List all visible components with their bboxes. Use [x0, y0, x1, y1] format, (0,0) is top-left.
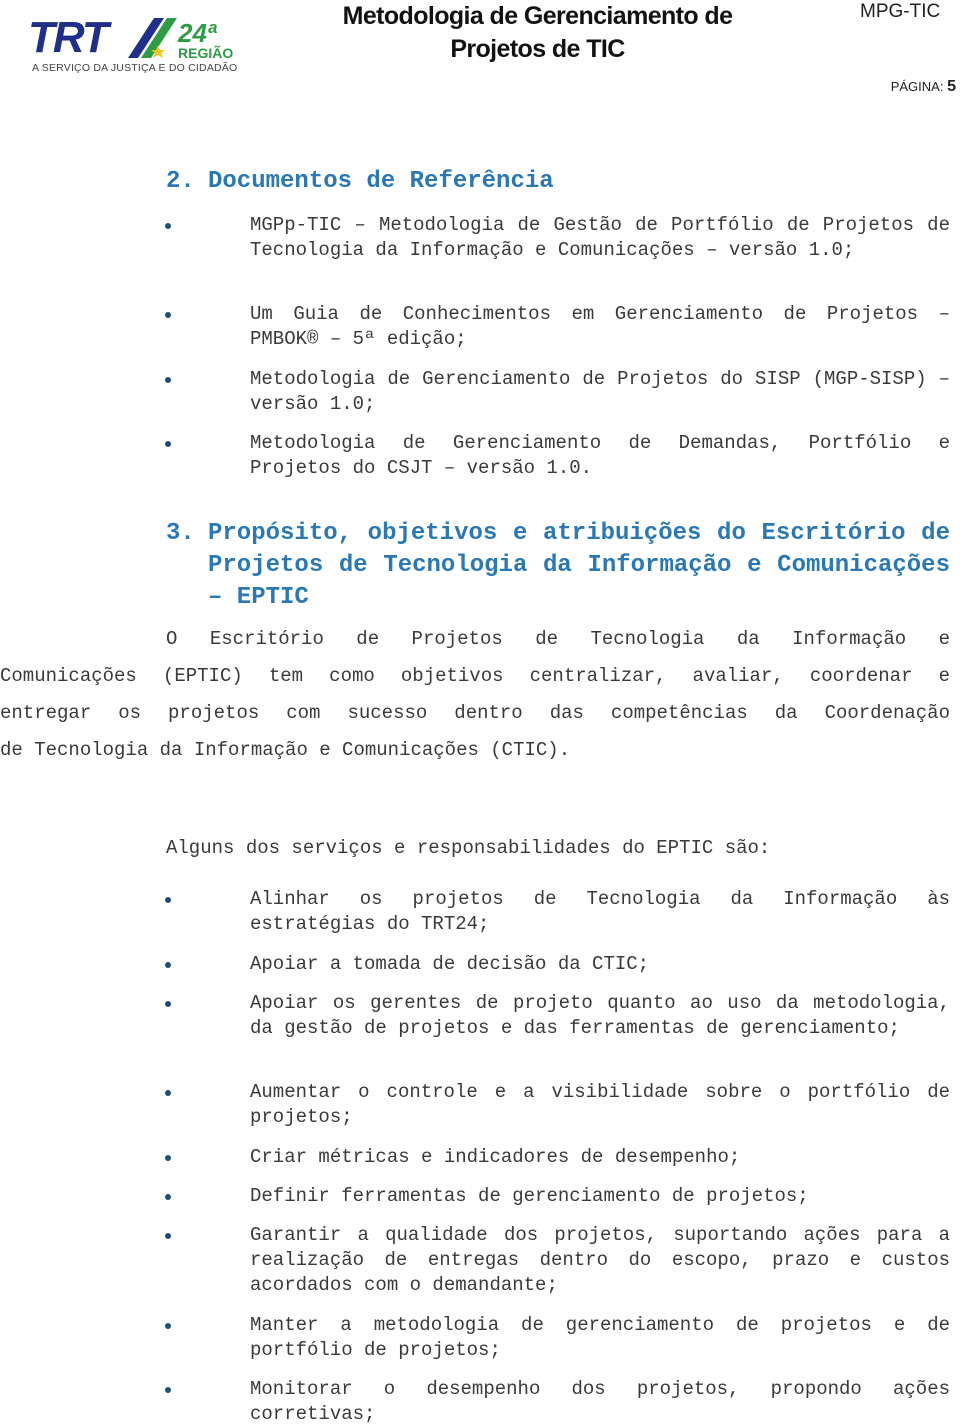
bullet-icon	[165, 962, 171, 968]
bullet-icon	[165, 377, 171, 383]
service-item-text: Apoiar os gerentes de projeto quanto ao …	[250, 992, 950, 1039]
reference-item-text: Metodologia de Gerenciamento de Demandas…	[250, 432, 950, 479]
reference-item-text: Um Guia de Conhecimentos em Gerenciament…	[250, 303, 950, 350]
section-number: 2.	[166, 168, 195, 195]
reference-item-text: MGPp-TIC – Metodologia de Gestão de Port…	[250, 214, 950, 261]
document-title: Metodologia de Gerenciamento de Projetos…	[300, 0, 775, 66]
bullet-icon	[165, 897, 171, 903]
paragraph-line: entregar os projetos com sucesso dentro …	[0, 702, 950, 724]
logo-trt-text: TRT	[28, 14, 112, 62]
bullet-icon	[165, 1155, 171, 1161]
service-item-text: Definir ferramentas de gerenciamento de …	[250, 1185, 809, 1207]
service-item-text: Manter a metodologia de gerenciamento de…	[250, 1314, 950, 1361]
document-title-line2: Projetos de TIC	[450, 35, 625, 63]
paragraph-line: O Escritório de Projetos de Tecnologia d…	[166, 628, 950, 650]
bullet-icon	[165, 1233, 171, 1239]
bullet-icon	[165, 312, 171, 318]
trt-logo-mark-icon: TRT 24ª REGIÃO	[28, 14, 233, 62]
reference-item-text: Metodologia de Gerenciamento de Projetos…	[250, 368, 950, 415]
bullet-icon	[165, 441, 171, 447]
bullet-icon	[165, 1001, 171, 1007]
document-title-line1: Metodologia de Gerenciamento de	[342, 2, 733, 30]
service-item-text: Monitorar o desempenho dos projetos, pro…	[250, 1378, 950, 1425]
logo-region: REGIÃO	[178, 44, 233, 61]
logo-tagline: A SERVIÇO DA JUSTIÇA E DO CIDADÃO	[32, 62, 238, 74]
service-item-text: Alinhar os projetos de Tecnologia da Inf…	[250, 888, 950, 935]
bullet-icon	[165, 223, 171, 229]
section-paragraph: O Escritório de Projetos de Tecnologia d…	[0, 621, 950, 769]
bullet-icon	[165, 1323, 171, 1329]
section-title: Documentos de Referência	[208, 168, 554, 195]
logo-ordinal: 24ª	[177, 18, 218, 48]
paragraph-line: Comunicações (EPTIC) tem como objetivos …	[0, 665, 950, 687]
services-intro: Alguns dos serviços e responsabilidades …	[166, 837, 771, 859]
service-item-text: Apoiar a tomada de decisão da CTIC;	[250, 953, 650, 975]
page-label: PÁGINA:	[890, 79, 944, 94]
section-title: Propósito, objetivos e atribuições do Es…	[208, 520, 950, 611]
page-number: PÁGINA: 5	[891, 78, 956, 96]
service-item-text: Aumentar o controle e a visibilidade sob…	[250, 1081, 950, 1128]
bullet-icon	[165, 1090, 171, 1096]
page-number-value: 5	[947, 78, 956, 95]
document-code: MPG-TIC	[860, 1, 941, 22]
service-item-text: Criar métricas e indicadores de desempen…	[250, 1146, 741, 1168]
trt24-logo: TRT 24ª REGIÃO A SERVIÇO DA JUSTIÇA E DO…	[28, 14, 237, 76]
service-item-text: Garantir a qualidade dos projetos, supor…	[250, 1224, 950, 1296]
section-number: 3.	[166, 520, 195, 547]
bullet-icon	[165, 1387, 171, 1393]
paragraph-line: de Tecnologia da Informação e Comunicaçõ…	[0, 739, 571, 761]
bullet-icon	[165, 1194, 171, 1200]
